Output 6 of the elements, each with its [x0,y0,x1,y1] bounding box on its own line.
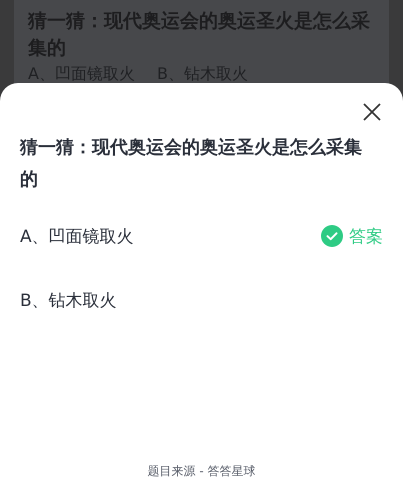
source-text: 题目来源 - 答答星球 [146,463,256,480]
question-text: 猜一猜：现代奥运会的奥运圣火是怎么采集的 [20,136,363,192]
answer-label: 答案 [349,226,383,248]
close-icon[interactable] [362,102,382,122]
option-text[interactable]: B、钻木取火 [20,288,383,312]
option-text[interactable]: A、凹面镜取火 [20,224,321,248]
